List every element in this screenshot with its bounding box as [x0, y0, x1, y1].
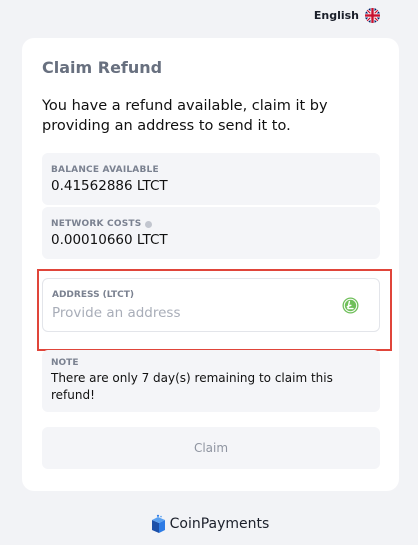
- coinpayments-brand: CoinPayments: [0, 514, 418, 534]
- balance-value: 0.41562886 LTCT: [51, 178, 168, 194]
- network-costs-label: NETWORK COSTS: [51, 219, 153, 229]
- address-field[interactable]: ADDRESS (LTCT): [42, 278, 380, 332]
- note-text: There are only 7 day(s) remaining to cla…: [51, 371, 333, 402]
- info-icon[interactable]: [145, 220, 153, 228]
- network-costs-value: 0.00010660 LTCT: [51, 232, 168, 248]
- note-box: NOTE There are only 7 day(s) remaining t…: [42, 350, 380, 412]
- language-selector[interactable]: English: [314, 8, 380, 23]
- litecoin-icon: [342, 297, 359, 314]
- uk-flag-icon: [365, 8, 380, 23]
- balance-label: BALANCE AVAILABLE: [51, 165, 159, 175]
- address-label: ADDRESS (LTCT): [52, 290, 135, 300]
- coinpayments-logo-icon: [151, 514, 165, 533]
- claim-refund-card: Claim Refund You have a refund available…: [22, 38, 399, 491]
- page-title: Claim Refund: [42, 58, 163, 77]
- language-label: English: [313, 9, 359, 22]
- address-input[interactable]: [52, 303, 332, 323]
- brand-name: CoinPayments: [169, 516, 270, 532]
- refund-message: You have a refund available, claim it by…: [42, 98, 328, 134]
- claim-button[interactable]: Claim: [42, 427, 380, 469]
- network-costs-box: NETWORK COSTS 0.00010660 LTCT: [42, 207, 380, 259]
- note-label: NOTE: [51, 358, 79, 368]
- balance-available-box: BALANCE AVAILABLE 0.41562886 LTCT: [42, 153, 380, 205]
